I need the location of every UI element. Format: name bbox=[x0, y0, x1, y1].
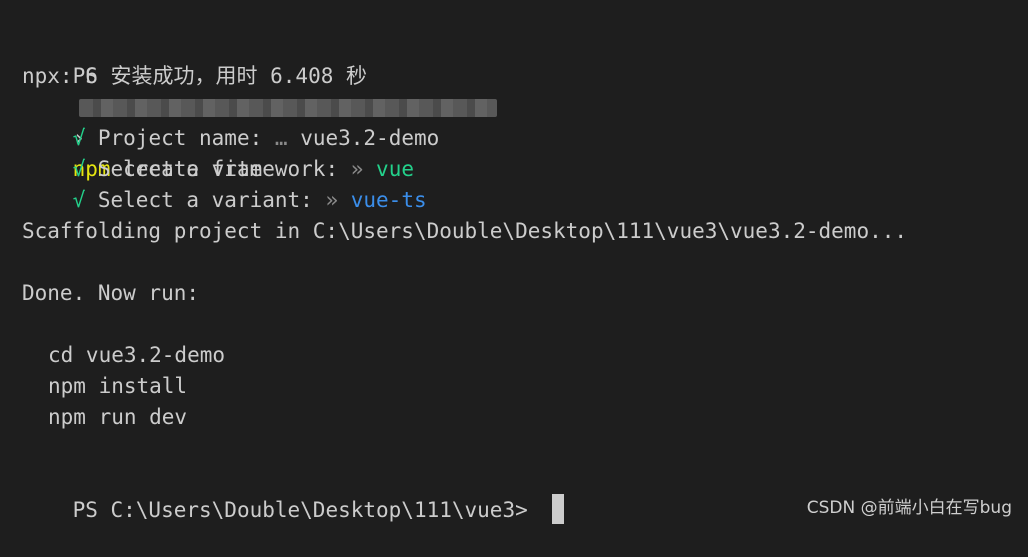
framework-value: vue bbox=[363, 157, 414, 181]
final-prompt-line[interactable]: PS C:\Users\Double\Desktop\111\vue3> bbox=[22, 464, 1028, 524]
npm-install-line: npm install bbox=[48, 374, 188, 398]
check-icon: √ bbox=[72, 157, 86, 181]
npm-run-dev-line: npm run dev bbox=[48, 405, 188, 429]
scaffolding-line: Scaffolding project in C:\Users\Double\D… bbox=[22, 219, 908, 243]
check-icon: √ bbox=[72, 188, 86, 212]
project-name-value: vue3.2-demo bbox=[287, 126, 440, 150]
prompt-line: PS › npm create vite bbox=[22, 30, 1028, 181]
variant-label: Select a variant: bbox=[85, 188, 326, 212]
check-icon: √ bbox=[72, 126, 86, 150]
framework-separator: » bbox=[350, 157, 364, 181]
redacted-path bbox=[78, 99, 497, 117]
variant-value: vue-ts bbox=[338, 188, 427, 212]
framework-label: Select a framework: bbox=[85, 157, 351, 181]
project-name-label: Project name: bbox=[85, 126, 275, 150]
done-line: Done. Now run: bbox=[22, 281, 200, 305]
cursor-block bbox=[552, 494, 565, 524]
npx-install-line: npx: 6 安装成功，用时 6.408 秒 bbox=[22, 64, 368, 88]
project-name-separator: … bbox=[274, 126, 288, 150]
cd-command-line: cd vue3.2-demo bbox=[48, 343, 226, 367]
terminal-output[interactable]: PS › npm create vite npx: 6 安装成功，用时 6.40… bbox=[22, 30, 1028, 524]
variant-separator: » bbox=[325, 188, 339, 212]
csdn-watermark: CSDN @前端小白在写bug bbox=[806, 498, 1012, 518]
final-prompt: PS C:\Users\Double\Desktop\111\vue3> bbox=[72, 498, 541, 522]
